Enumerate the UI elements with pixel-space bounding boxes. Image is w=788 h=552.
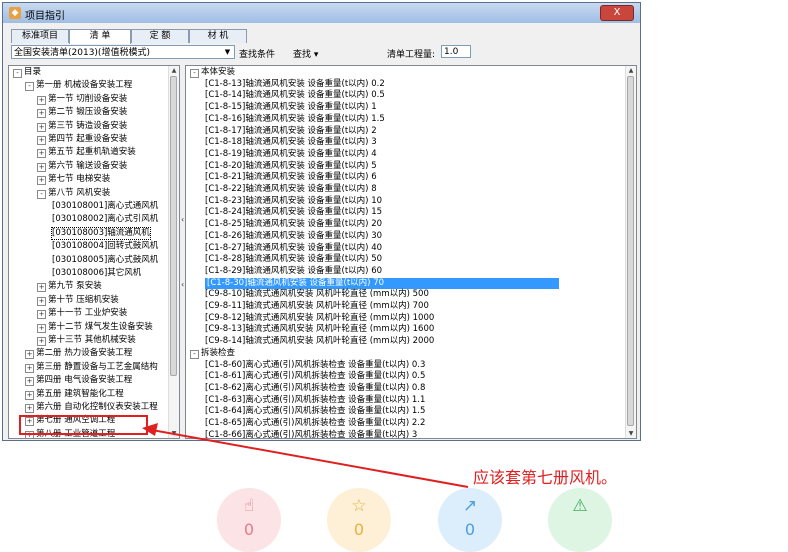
like-count: 0 [243, 520, 255, 539]
thumbs-up-icon: ☝ [243, 496, 255, 516]
favorite-count: 0 [353, 520, 365, 539]
annotation-note: 应该套第七册风机。 [473, 468, 618, 487]
report-button[interactable]: ⚠ [548, 488, 612, 552]
share-button[interactable]: ↗ 0 [438, 488, 502, 552]
like-button[interactable]: ☝ 0 [217, 488, 281, 552]
annotation-arrow [142, 423, 469, 488]
favorite-button[interactable]: ☆ 0 [327, 488, 391, 552]
warning-icon: ⚠ [572, 496, 588, 516]
share-icon: ↗ [462, 496, 478, 516]
star-icon: ☆ [351, 496, 367, 516]
share-count: 0 [464, 520, 476, 539]
